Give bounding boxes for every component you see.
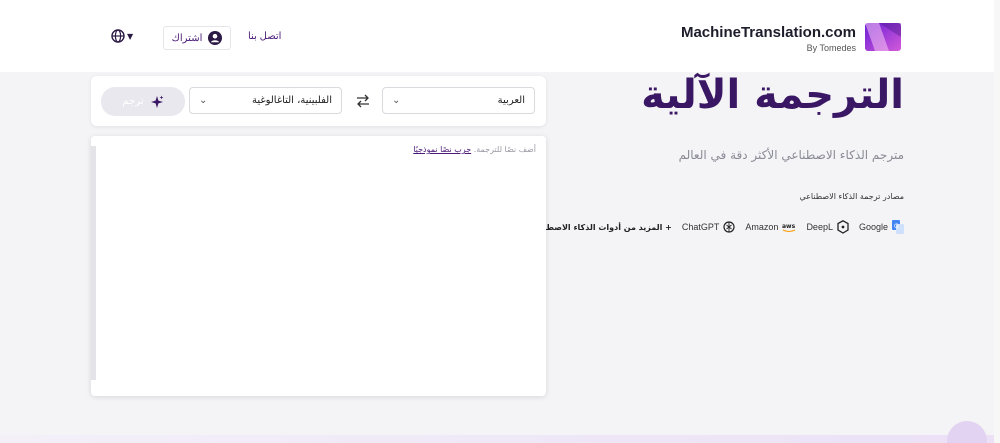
provider-label: DeepL [806, 222, 833, 232]
page-subtitle: مترجم الذكاء الاصطناعي الأكثر دقة في الع… [678, 148, 904, 162]
swap-languages-button[interactable] [354, 92, 372, 110]
aws-icon: aws [782, 223, 796, 232]
ai-providers-list: G Google DeepL aws Amazon ChatGPT + المز… [527, 218, 904, 236]
placeholder-text: أضف نصًا للترجمة. [473, 145, 536, 154]
more-ai-tools-link[interactable]: + المزيد من أدوات الذكاء الاصطناعي [527, 223, 672, 232]
google-translate-icon: G [892, 220, 904, 234]
ai-sources-label: مصادر ترجمة الذكاء الاصطناعي [799, 192, 904, 201]
chevron-down-icon: ▼ [127, 31, 134, 41]
scrollbar-track[interactable] [91, 146, 96, 380]
language-selector-bar: ⌄ العربية ⌄ الفلبينية، التاغالوغية ترجم [91, 76, 546, 126]
language-switcher[interactable]: ▼ [111, 29, 133, 43]
page-scrollbar[interactable] [994, 0, 1000, 443]
globe-icon [111, 29, 125, 43]
chevron-down-icon: ⌄ [199, 95, 208, 106]
source-language-value: العربية [497, 95, 525, 106]
provider-label: Amazon [745, 222, 779, 232]
logo-subtitle: By Tomedes [806, 43, 856, 53]
subscribe-button[interactable]: اشتراك [163, 26, 231, 50]
translate-label: ترجم [122, 96, 144, 107]
svg-text:aws: aws [782, 223, 796, 230]
provider-label: ChatGPT [681, 222, 720, 232]
deepl-icon [837, 220, 849, 234]
sample-text-link[interactable]: جرب نصًا نموذجيًا [413, 145, 471, 154]
source-text-placeholder: أضف نصًا للترجمة. جرب نصًا نموذجيًا [413, 145, 536, 154]
source-language-select[interactable]: ⌄ العربية [382, 87, 535, 114]
bottom-gradient-strip [0, 435, 1000, 443]
provider-label: Google [858, 222, 888, 232]
user-circle-icon [208, 31, 223, 45]
source-text-area[interactable]: أضف نصًا للترجمة. جرب نصًا نموذجيًا [91, 136, 546, 396]
provider-amazon: aws Amazon [745, 221, 796, 233]
chat-widget-button[interactable] [947, 421, 987, 443]
site-header: MachineTranslation.com By Tomedes اتصل ب… [0, 0, 1000, 72]
logo-icon[interactable] [865, 23, 901, 51]
page-title: الترجمة الآلية [641, 72, 904, 118]
provider-google: G Google [859, 220, 904, 234]
target-language-value: الفلبينية، التاغالوغية [251, 95, 332, 106]
provider-deepl: DeepL [806, 220, 849, 234]
swap-arrows-icon [357, 94, 369, 108]
svg-text:G: G [894, 223, 899, 230]
openai-icon [723, 221, 736, 233]
contact-link[interactable]: اتصل بنا [248, 31, 281, 42]
sparkle-icon [150, 95, 164, 108]
target-language-select[interactable]: ⌄ الفلبينية، التاغالوغية [189, 87, 342, 114]
logo-title[interactable]: MachineTranslation.com [681, 24, 856, 41]
provider-chatgpt: ChatGPT [682, 221, 736, 233]
subscribe-label: اشتراك [171, 32, 203, 44]
translate-button[interactable]: ترجم [101, 87, 185, 116]
chevron-down-icon: ⌄ [392, 95, 401, 106]
